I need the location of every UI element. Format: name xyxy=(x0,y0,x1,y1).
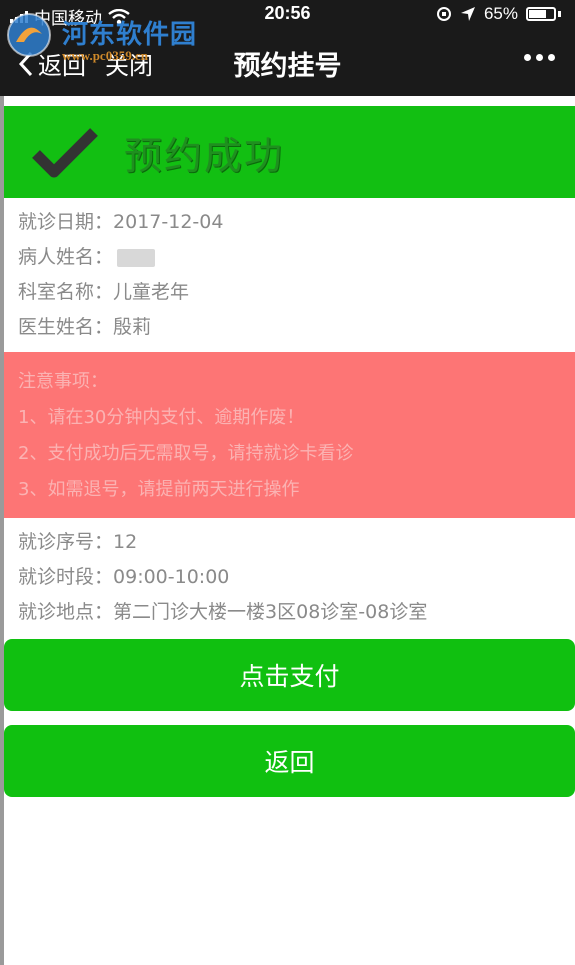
location-icon xyxy=(460,7,475,21)
info-label: 就诊序号： xyxy=(18,531,114,553)
info-row-date: 就诊日期： 2017-12-04 xyxy=(18,205,223,240)
visit-info: 就诊日期： 2017-12-04 病人姓名： 科室名称： 儿童老年 医生姓名： … xyxy=(18,205,223,345)
info-value: 儿童老年 xyxy=(113,281,190,303)
info-row-department: 科室名称： 儿童老年 xyxy=(18,275,223,310)
info-row-location: 就诊地点： 第二门诊大楼一楼3区08诊室-08诊室 xyxy=(18,595,427,630)
notice-item: 1、请在30分钟内支付、逾期作废！ xyxy=(18,407,305,428)
info-value: 第二门诊大楼一楼3区08诊室-08诊室 xyxy=(113,601,428,623)
info-row-doctor: 医生姓名： 殷莉 xyxy=(18,310,223,345)
info-row-number: 就诊序号： 12 xyxy=(18,525,427,560)
notice-box: 注意事项： 1、请在30分钟内支付、逾期作废！ 2、支付成功后无需取号，请持就诊… xyxy=(4,352,575,518)
watermark: 河东软件园 www.pc0359.cn xyxy=(6,8,206,66)
watermark-title: 河东软件园 xyxy=(62,20,198,50)
battery-icon xyxy=(526,7,556,21)
notice-title: 注意事项： xyxy=(18,371,108,392)
info-value: 殷莉 xyxy=(113,316,152,338)
info-value: 2017-12-04 xyxy=(113,211,224,233)
redacted-name xyxy=(117,248,156,267)
checkmark-icon xyxy=(32,128,98,178)
watermark-logo xyxy=(7,13,51,57)
more-menu-icon[interactable] xyxy=(524,54,555,61)
pay-button[interactable]: 点击支付 xyxy=(4,639,575,711)
status-right: 65% xyxy=(436,4,561,24)
info-row-time: 就诊时段： 09:00-10:00 xyxy=(18,560,427,595)
success-banner: 预约成功 xyxy=(4,106,575,198)
battery-percent: 65% xyxy=(483,4,518,23)
notice-item: 2、支付成功后无需取号，请持就诊卡看诊 xyxy=(18,443,354,464)
info-value: 12 xyxy=(113,531,138,553)
info-label: 病人姓名： xyxy=(18,246,114,268)
info-label: 医生姓名： xyxy=(18,316,114,338)
info-label: 科室名称： xyxy=(18,281,114,303)
notice-item: 3、如需退号，请提前两天进行操作 xyxy=(18,479,300,500)
orientation-lock-icon xyxy=(436,7,451,21)
battery-tip xyxy=(558,11,561,17)
info-row-patient: 病人姓名： xyxy=(18,240,223,275)
info-label: 就诊地点： xyxy=(18,601,114,623)
back-button[interactable]: 返回 xyxy=(4,725,575,797)
info-label: 就诊时段： xyxy=(18,566,114,588)
left-edge xyxy=(0,96,4,965)
info-label: 就诊日期： xyxy=(18,211,114,233)
queue-info: 就诊序号： 12 就诊时段： 09:00-10:00 就诊地点： 第二门诊大楼一… xyxy=(18,525,427,630)
info-value: 09:00-10:00 xyxy=(113,566,230,588)
watermark-url: www.pc0359.cn xyxy=(62,48,148,63)
success-text: 预约成功 xyxy=(124,133,285,178)
